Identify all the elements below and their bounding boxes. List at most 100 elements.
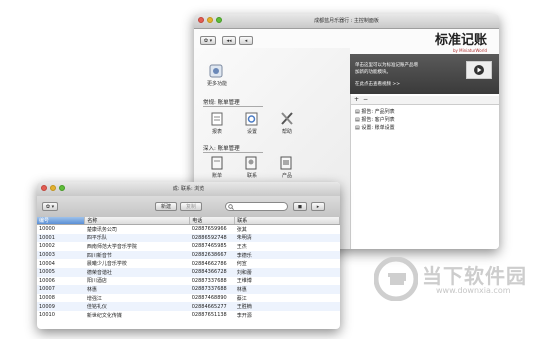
table-cell: 西南师范大学音乐学院 <box>86 243 137 250</box>
table-row[interactable]: 10010 新世纪文化传媒 02887651138 李开源 <box>37 311 340 320</box>
products-label: 产品 <box>282 173 293 179</box>
table-row[interactable]: 10007 林惠 02887337688 林惠 <box>37 285 340 294</box>
table-row[interactable]: 10002 西南师范大学音乐学院 02887465985 王杰 <box>37 242 340 251</box>
settings-label: 设置 <box>247 129 258 135</box>
contacts-icon[interactable] <box>245 156 257 170</box>
table-cell: 李德乐 <box>234 250 340 260</box>
reports-icon[interactable] <box>211 112 223 126</box>
table-cell: 10009 <box>37 302 85 311</box>
list-item[interactable]: ▤ 报告: 产品列表 <box>355 108 395 115</box>
next-button[interactable]: ▸ <box>311 202 325 211</box>
close-button[interactable] <box>41 185 47 191</box>
document-icon: ▤ <box>355 117 360 123</box>
document-icon: ▤ <box>355 109 360 115</box>
table-cell: 02882638667 <box>189 250 235 260</box>
section-general-title: 常规: 账单管理 <box>203 100 240 106</box>
table-cell: 晨曦少儿音乐学校 <box>86 261 127 268</box>
table-cell: 何宣 <box>236 261 247 268</box>
table-cell: 阳川酒店 <box>86 278 107 285</box>
table-cell: 10008 <box>39 295 55 302</box>
document-icon: ▤ <box>355 125 360 131</box>
action-button-1[interactable]: ◂◂ <box>222 36 236 45</box>
copy-button[interactable]: 复制 <box>180 202 202 211</box>
table-cell: 10003 <box>37 250 85 260</box>
table-cell: 02887465985 <box>191 243 227 250</box>
more-features-label: 更多功能 <box>207 81 228 87</box>
reports-label: 报表 <box>212 129 223 135</box>
column-header-phone[interactable]: 电话 <box>189 217 236 225</box>
column-header-contact[interactable]: 联系 <box>234 217 340 225</box>
more-features-icon[interactable] <box>209 64 223 78</box>
contacts-titlebar: 成: 联系: 浏览 <box>37 182 340 197</box>
table-cell: 刘和蕾 <box>234 267 340 277</box>
table-row[interactable]: 10009 佳铭礼仪 02884665277 王胜楠 <box>37 302 340 311</box>
table-cell: 02887337688 <box>189 285 235 294</box>
table-cell: 德荣音谐社 <box>84 267 190 277</box>
table-cell: 王胜楠 <box>234 302 340 311</box>
list-item[interactable]: ▤ 设置: 账单设置 <box>355 124 395 131</box>
table-row[interactable]: 10001 四平乐队 02886592748 朱明清 <box>37 233 340 243</box>
view-button[interactable]: ◼ <box>293 202 307 211</box>
zoom-button[interactable] <box>59 185 65 191</box>
table-cell: 10000 <box>39 226 55 233</box>
table-cell: 蔡江 <box>236 295 247 302</box>
contacts-toolbar: ✿ ▾ 新建 复制 ◼ ▸ <box>37 196 340 218</box>
table-cell: 02884665277 <box>189 302 235 311</box>
list-item[interactable]: ▤ 报告: 客户列表 <box>355 116 395 123</box>
help-tools-icon[interactable] <box>280 111 294 126</box>
table-cell: 10005 <box>37 267 85 277</box>
table-row[interactable]: 10000 楚康讯务公司 02887659966 张其 <box>37 225 340 234</box>
table-row[interactable]: 10005 德荣音谐社 02884366728 刘和蕾 <box>37 267 340 277</box>
minimize-button[interactable] <box>207 17 213 23</box>
contacts-label: 联系 <box>247 173 258 179</box>
action-button-2[interactable]: ◂ <box>239 36 253 45</box>
table-cell: 10004 <box>39 260 55 267</box>
settings-icon[interactable] <box>245 112 258 126</box>
table-cell: 朱明清 <box>234 233 340 243</box>
invoice-label: 账单 <box>212 173 223 179</box>
promo-video-link[interactable]: 在此点击查看视频 >> <box>355 81 400 87</box>
promo-text-2: 加新的功能模块。 <box>355 70 391 75</box>
control-panel-titlebar: 成都蓝月乐器行 : 主控制面板 <box>194 14 499 29</box>
table-cell: 佳铭礼仪 <box>84 302 190 311</box>
table-cell: 10010 <box>39 312 55 319</box>
table-cell: 王维博 <box>236 278 252 285</box>
invoice-icon[interactable] <box>211 156 223 170</box>
products-icon[interactable] <box>280 156 292 170</box>
table-cell: 新世纪文化传媒 <box>86 312 122 319</box>
table-cell: 02887651138 <box>191 312 227 319</box>
add-item-button[interactable]: + <box>354 96 359 103</box>
gear-menu-button[interactable]: ✿ ▾ <box>42 202 58 211</box>
promo-text-1: 单击这里可以为标准记账产品增 <box>355 63 418 68</box>
table-cell: 02887337688 <box>191 277 227 284</box>
new-button[interactable]: 新建 <box>155 202 177 211</box>
watermark-name: 当下软件园 <box>422 264 527 288</box>
column-header-id[interactable]: 编号 <box>37 217 86 225</box>
video-thumbnail-icon[interactable] <box>466 61 492 79</box>
promo-banner[interactable]: 单击这里可以为标准记账产品增 加新的功能模块。 在此点击查看视频 >> <box>350 54 499 94</box>
section-advanced-title: 深入: 账单管理 <box>203 146 240 152</box>
table-row[interactable]: 10003 四川新音节 02882638667 李德乐 <box>37 250 340 260</box>
zoom-button[interactable] <box>216 17 222 23</box>
downxia-logo-icon <box>374 257 418 301</box>
help-label: 帮助 <box>282 129 293 135</box>
table-cell: 楚康讯务公司 <box>86 226 117 233</box>
table-cell: 10001 <box>37 233 85 243</box>
table-cell: 四平乐队 <box>84 233 190 243</box>
report-list-pane: + − ▤ 报告: 产品列表 ▤ 报告: 客户列表 ▤ 设置: 账单设置 <box>350 94 499 249</box>
table-row[interactable]: 10008 增强江 02887468890 蔡江 <box>37 294 340 303</box>
table-row[interactable]: 10006 阳川酒店 02887337688 王维博 <box>37 277 340 286</box>
gear-menu-button[interactable]: ✿ ▾ <box>200 36 216 45</box>
search-field[interactable] <box>225 202 288 211</box>
table-row[interactable]: 10004 晨曦少儿音乐学校 02884662786 何宣 <box>37 259 340 268</box>
column-header-name[interactable]: 名称 <box>84 217 191 225</box>
table-cell: 李开源 <box>236 312 252 319</box>
table-cell: 10007 <box>37 285 85 294</box>
table-cell: 林惠 <box>84 285 190 294</box>
table-cell: 四川新音节 <box>84 250 190 260</box>
close-button[interactable] <box>198 17 204 23</box>
table-cell: 02884366728 <box>189 267 235 277</box>
minimize-button[interactable] <box>50 185 56 191</box>
remove-item-button[interactable]: − <box>363 96 368 103</box>
table-cell: 02887659966 <box>191 226 227 233</box>
